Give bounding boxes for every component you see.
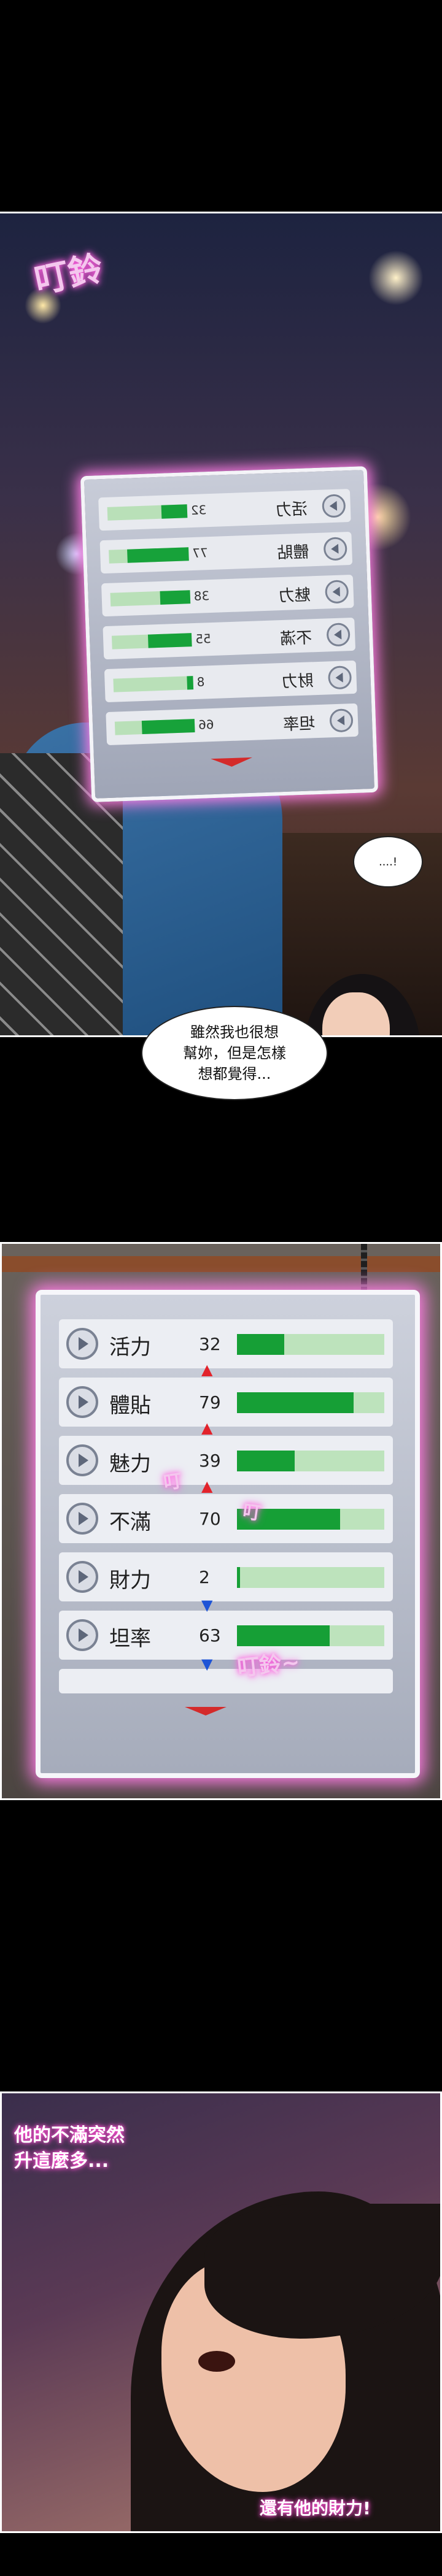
stat-bar-fill [160,590,191,605]
stat-bar-fill [126,547,189,563]
stat-label: 坦率 [282,715,316,735]
stat-bar [114,719,195,735]
stat-value: 39 [199,1451,221,1471]
stat-value: 38 [193,588,210,604]
stat-value: 77 [192,545,209,561]
stat-label: 魅力 [278,586,311,606]
sfx-ding-ling: 叮鈴~ [236,1649,301,1682]
stat-bar-fill [237,1625,330,1646]
stat-bar [107,504,188,521]
light-bokeh [368,250,424,305]
status-row: 魅力 39 [59,1436,393,1485]
sfx-ding: 叮 [241,1501,263,1525]
stat-bar [237,1451,384,1471]
stat-label: 魅力 [109,1452,151,1476]
arrow-down-icon: ▼ [201,1597,213,1614]
stat-value: 55 [195,631,212,646]
play-arrow-icon [66,1444,98,1476]
stat-value: 32 [190,502,207,518]
status-row: 財力 8 [104,660,357,703]
stat-value: 32 [199,1334,221,1354]
stat-bar [113,676,194,692]
stat-bar-fill [237,1392,354,1413]
status-row: 魅力 38 [101,574,354,617]
status-row: 坦率 63 [59,1611,393,1660]
play-arrow-icon [66,1619,98,1651]
status-row-empty [59,1669,393,1693]
speech-bubble-small: ....! [353,836,423,887]
stat-bar-fill [186,676,194,690]
status-panel: 活力 32 體貼 79 魅力 39 不滿 70 財力 2 坦率 63 ▲ ▲ ▲… [0,1242,442,1800]
girl-eye [198,2351,235,2372]
play-arrow-icon [323,537,347,561]
play-arrow-icon [322,494,346,518]
status-window: 活力 32 體貼 79 魅力 39 不滿 70 財力 2 坦率 63 ▲ ▲ ▲… [36,1290,420,1778]
stat-label: 體貼 [109,1393,151,1418]
stat-bar-fill [237,1567,240,1588]
status-row: 財力 2 [59,1552,393,1601]
status-row: 坦率 66 [106,703,359,746]
stat-bar-fill [237,1334,284,1355]
stat-label: 體貼 [276,543,309,563]
stat-label: 坦率 [109,1627,151,1651]
status-row: 不滿 70 [59,1494,393,1543]
cafe-scene-panel: 叮鈴 活力 32 體貼 77 魅力 38 不滿 55 財力 8 坦率 66 ..… [0,212,442,1037]
play-arrow-icon [325,580,349,604]
stat-bar [110,590,191,607]
stat-bar [111,633,192,650]
status-row: 體貼 77 [99,531,353,574]
scroll-down-arrow-icon [185,1707,227,1715]
status-row: 不滿 55 [103,617,356,660]
stat-bar [237,1625,384,1646]
stat-label: 活力 [275,500,308,520]
stat-value: 2 [199,1567,210,1587]
stat-label: 不滿 [109,1510,151,1535]
play-arrow-icon [326,623,351,647]
play-arrow-icon [66,1561,98,1593]
wooden-shelf [2,1256,440,1272]
status-row: 體貼 79 [59,1378,393,1427]
play-arrow-icon [66,1328,98,1360]
arrow-up-icon: ▲ [201,1361,213,1378]
stat-value: 63 [199,1625,221,1646]
stat-bar-fill [147,633,192,648]
play-arrow-icon [66,1386,98,1418]
stat-bar [237,1392,384,1413]
stat-bar-fill [237,1451,295,1471]
sfx-ding-ling: 叮鈴 [31,248,107,302]
sfx-ding: 叮 [162,1470,184,1494]
scroll-down-arrow-icon [211,757,253,768]
speech-bubble-main: 雖然我也很想 幫妳，但是怎樣 想都覺得... [141,1006,328,1100]
caption-top: 他的不滿突然 升這麼多... [14,2125,125,2172]
caption-bottom: 還有他的財力! [260,2498,371,2518]
stat-label: 活力 [109,1335,151,1360]
status-row: 活力 32 [59,1319,393,1368]
stat-value: 70 [199,1509,221,1529]
arrow-down-icon: ▼ [201,1655,213,1673]
stat-bar [109,547,189,564]
stat-bar-fill [142,719,195,735]
stat-bar [237,1334,384,1355]
play-arrow-icon [66,1503,98,1535]
stat-value: 79 [199,1392,221,1413]
stat-value: 8 [196,674,205,689]
arrow-up-icon: ▲ [201,1478,213,1495]
arrow-up-icon: ▲ [201,1419,213,1436]
play-arrow-icon [327,665,352,690]
stat-label: 不滿 [279,629,312,649]
status-window-mirrored: 活力 32 體貼 77 魅力 38 不滿 55 財力 8 坦率 66 [80,466,379,802]
play-arrow-icon [329,708,354,733]
stat-bar-fill [161,504,188,519]
stat-value: 66 [198,716,214,732]
stat-label: 財力 [281,672,314,692]
stat-bar [237,1567,384,1588]
status-row: 活力 32 [98,489,351,531]
girl-closeup-panel: 他的不滿突然 升這麼多... 還有他的財力! [0,2091,442,2533]
stat-label: 財力 [109,1568,151,1593]
